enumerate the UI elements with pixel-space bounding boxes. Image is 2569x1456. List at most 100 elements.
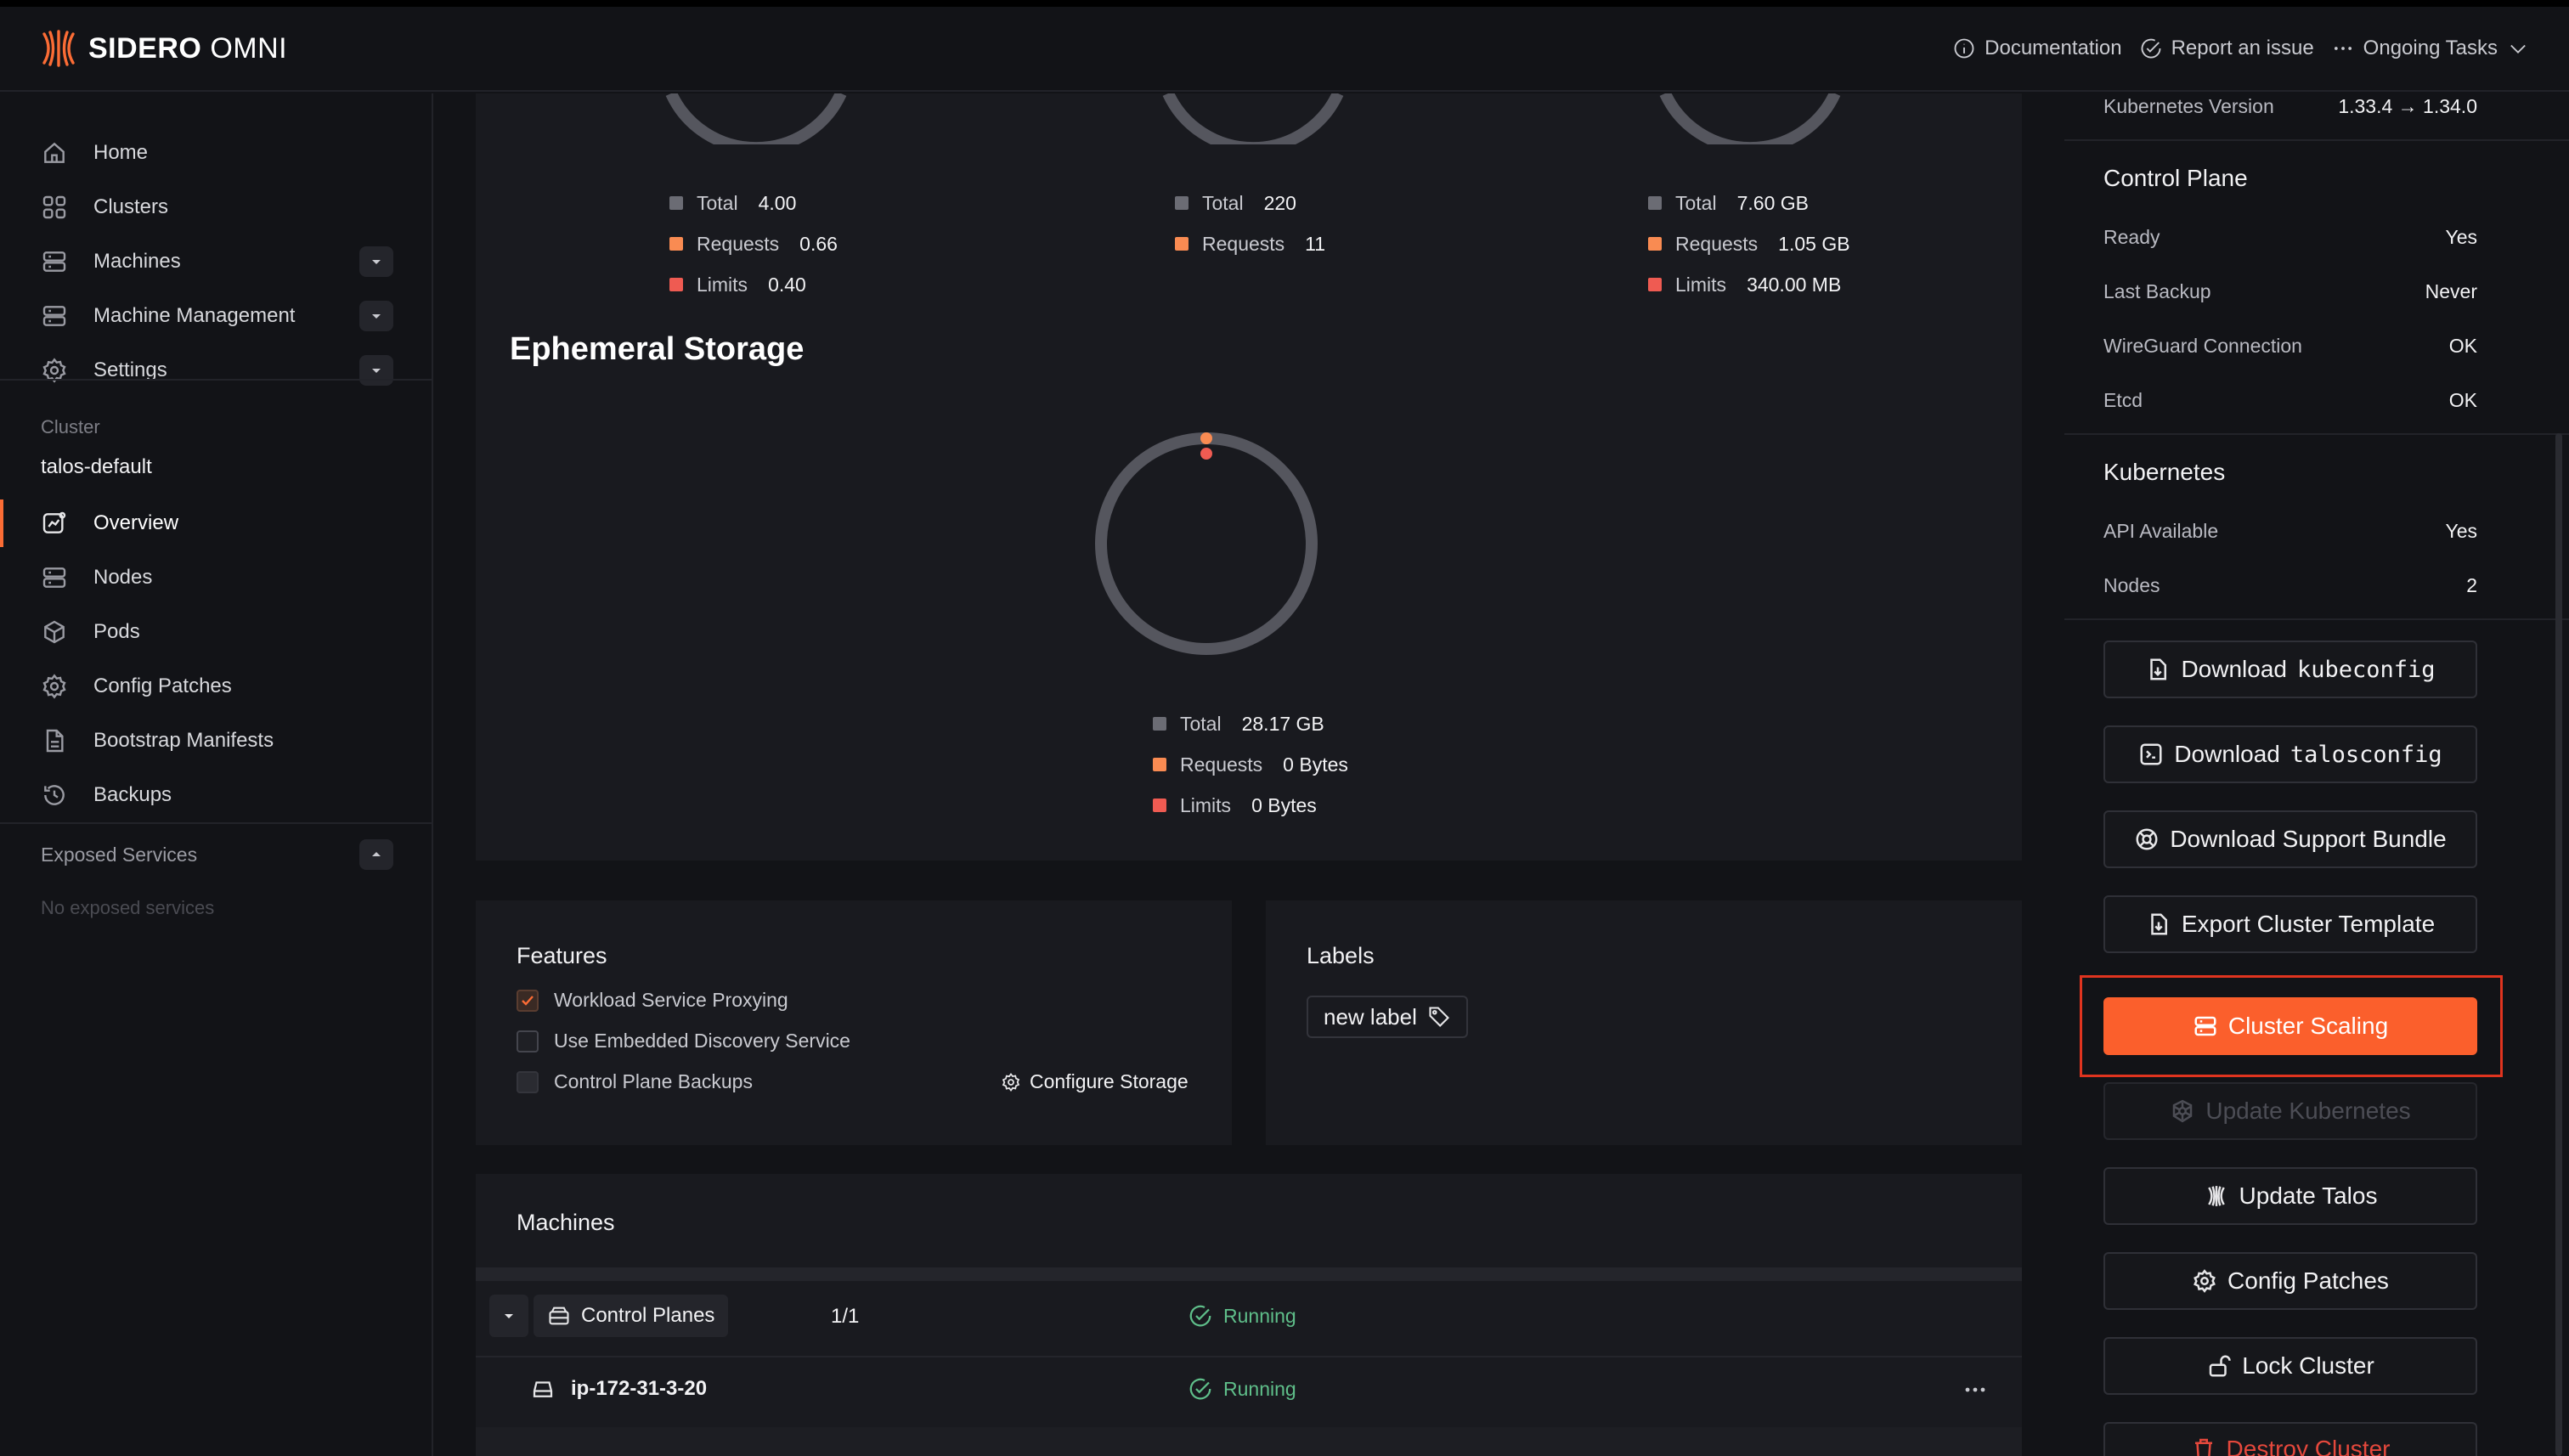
report-issue-label: Report an issue (2171, 37, 2314, 59)
sidebar-item-config-patches[interactable]: Config Patches (41, 666, 393, 707)
sidebar-item-label: Machines (93, 250, 181, 273)
legend-swatch (1648, 278, 1662, 291)
exposed-services-collapse-button[interactable] (359, 839, 393, 870)
check-circle-icon (2141, 38, 2161, 59)
details-divider (2064, 433, 2569, 435)
settings-expand-button[interactable] (359, 355, 393, 386)
checkbox-checked[interactable] (517, 989, 539, 1012)
control-planes-group[interactable]: Control Planes (534, 1295, 729, 1337)
feature-label: Control Plane Backups (554, 1070, 753, 1092)
features-title: Features (517, 943, 607, 968)
server-icon (42, 306, 66, 326)
details-scrollbar[interactable] (2555, 433, 2562, 1456)
machines-table-footer (476, 1427, 2022, 1456)
brand-logo[interactable]: SIDERO OMNI (39, 29, 287, 68)
lock-cluster-label: Lock Cluster (2242, 1352, 2374, 1379)
machine-management-expand-button[interactable] (359, 301, 393, 331)
trash-icon (2194, 1438, 2212, 1456)
ongoing-tasks-dropdown[interactable]: Ongoing Tasks (2331, 37, 2530, 60)
feature-control-plane-backups[interactable]: Control Plane Backups (517, 1070, 753, 1093)
feature-workload-proxying[interactable]: Workload Service Proxying (517, 989, 788, 1012)
legend-swatch (669, 278, 683, 291)
sidebar-item-home[interactable]: Home (41, 133, 393, 173)
machine-name[interactable]: ip-172-31-3-20 (571, 1377, 707, 1401)
control-plane-ready-row: Ready Yes (2103, 226, 2477, 248)
legend-swatch (1175, 237, 1189, 251)
control-planes-count: 1/1 (831, 1305, 860, 1328)
server-icon (533, 1381, 553, 1397)
download-file-icon (2150, 658, 2167, 680)
legend-swatch (669, 237, 683, 251)
report-issue-link[interactable]: Report an issue (2139, 37, 2314, 60)
file-icon (46, 729, 64, 753)
sidebar-item-overview[interactable]: Overview (41, 503, 393, 544)
documentation-link[interactable]: Documentation (1952, 37, 2122, 60)
destroy-cluster-button[interactable]: Destroy Cluster (2103, 1422, 2477, 1456)
cluster-heading: Cluster (41, 416, 100, 437)
kubernetes-nodes-row: Nodes 2 (2103, 574, 2477, 596)
control-plane-etcd-row: Etcd OK (2103, 389, 2477, 411)
sidebar-item-bootstrap-manifests[interactable]: Bootstrap Manifests (41, 720, 393, 761)
sidebar-item-clusters[interactable]: Clusters (41, 187, 393, 228)
configure-storage-button[interactable]: Configure Storage (1001, 1070, 1189, 1093)
download-talosconfig-button[interactable]: Download talosconfig (2103, 725, 2477, 783)
legend-requests: Requests 0.66 (669, 223, 838, 264)
machine-row[interactable]: ip-172-31-3-20 (530, 1376, 707, 1402)
memory-legend: Total 7.60 GB Requests 1.05 GB Limits 340.0… (1648, 183, 1850, 305)
download-kubeconfig-button[interactable]: Download kubeconfig (2103, 641, 2477, 698)
home-icon (44, 142, 65, 163)
cluster-name: talos-default (41, 455, 152, 478)
status-label: Running (1223, 1377, 1296, 1400)
config-patches-button[interactable]: Config Patches (2103, 1252, 2477, 1310)
active-indicator (0, 499, 3, 547)
machine-status: Running (1188, 1376, 1296, 1402)
download-support-bundle-button[interactable]: Download Support Bundle (2103, 810, 2477, 868)
legend-swatch (1175, 196, 1189, 210)
kubernetes-version-row: Kubernetes Version 1.33.4 → 1.34.0 (2103, 95, 2477, 117)
control-planes-expand-button[interactable] (489, 1295, 528, 1337)
download-label: Download (2174, 741, 2280, 767)
kubernetes-api-row: API Available Yes (2103, 520, 2477, 542)
lock-cluster-button[interactable]: Lock Cluster (2103, 1337, 2477, 1395)
cube-icon (44, 620, 65, 644)
sidebar-item-label: Pods (93, 620, 140, 643)
caret-down-icon (372, 314, 381, 319)
feature-embedded-discovery[interactable]: Use Embedded Discovery Service (517, 1030, 850, 1052)
sidebar-item-label: Bootstrap Manifests (93, 729, 274, 752)
chart-icon (42, 511, 66, 533)
checkbox-disabled[interactable] (517, 1070, 539, 1093)
machines-expand-button[interactable] (359, 246, 393, 277)
gear-icon (42, 674, 66, 699)
cluster-scaling-button[interactable]: Cluster Scaling (2103, 997, 2477, 1055)
details-divider (2064, 139, 2569, 141)
download-label: Download (2181, 656, 2287, 682)
control-plane-last-backup-row: Last Backup Never (2103, 280, 2477, 302)
sidebar-item-nodes[interactable]: Nodes (41, 557, 393, 598)
memory-donut-ring (1659, 93, 1841, 144)
support-bundle-label: Download Support Bundle (2170, 826, 2447, 852)
sidebar-item-machine-management[interactable]: Machine Management (41, 296, 393, 336)
legend-swatch (1648, 196, 1662, 210)
sidebar-item-settings[interactable]: Settings (41, 350, 393, 391)
gear-icon (2194, 1269, 2216, 1293)
sidebar-item-machines[interactable]: Machines (41, 241, 393, 282)
legend-total: Total 220 (1175, 183, 1325, 223)
destroy-cluster-label: Destroy Cluster (2226, 1436, 2391, 1456)
export-cluster-template-button[interactable]: Export Cluster Template (2103, 895, 2477, 953)
legend-swatch (1153, 717, 1166, 731)
caret-down-icon (372, 260, 381, 264)
sidebar-item-pods[interactable]: Pods (41, 612, 393, 652)
machine-actions-menu-icon[interactable] (1962, 1380, 1988, 1400)
machines-title: Machines (517, 1210, 615, 1235)
exposed-services-header[interactable]: Exposed Services (41, 834, 393, 875)
pods-donut-ring (1162, 93, 1344, 144)
checkbox-unchecked[interactable] (517, 1030, 539, 1052)
update-kubernetes-button[interactable]: Update Kubernetes (2103, 1082, 2477, 1140)
sidebar-item-backups[interactable]: Backups (41, 775, 393, 815)
unlock-icon (2209, 1355, 2231, 1377)
update-talos-button[interactable]: Update Talos (2103, 1167, 2477, 1225)
control-plane-wireguard-row: WireGuard Connection OK (2103, 335, 2477, 357)
feature-label: Workload Service Proxying (554, 989, 788, 1011)
new-label-button[interactable]: new label (1307, 996, 1468, 1038)
documentation-label: Documentation (1985, 37, 2122, 59)
